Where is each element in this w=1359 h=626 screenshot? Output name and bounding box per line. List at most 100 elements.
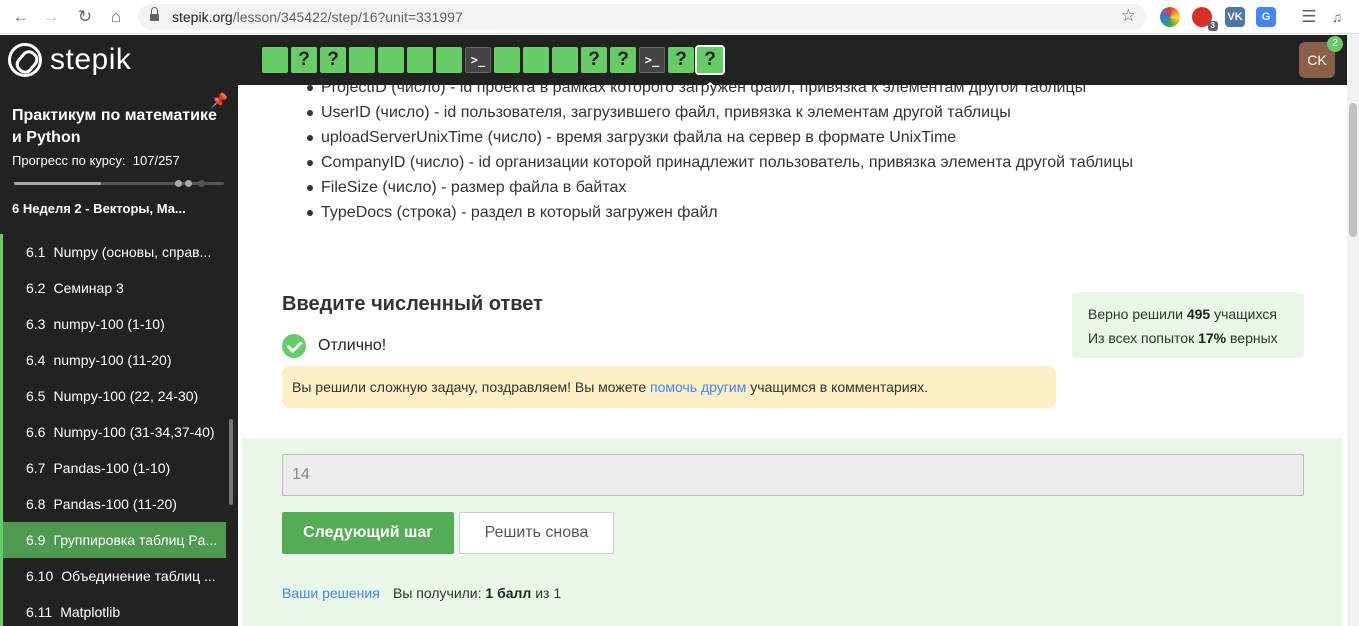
stepik-logo[interactable]: stepik [8, 42, 131, 78]
sidebar-lesson-item[interactable]: 6.11 Matplotlib [0, 594, 226, 626]
text-step-icon[interactable] [262, 47, 288, 73]
text-step-icon[interactable] [436, 47, 462, 73]
lesson-title: Pandas-100 (11-20) [53, 496, 177, 512]
text-step-icon[interactable] [523, 47, 549, 73]
course-progress: Прогресс по курсу: 107/257 [12, 153, 180, 168]
lesson-title: Matplotlib [60, 604, 121, 620]
progress-bar-fill [14, 182, 102, 185]
help-others-link[interactable]: помочь другим [650, 379, 746, 395]
quiz-step-icon[interactable]: ? [668, 47, 694, 73]
stepik-header: stepik ?? >_?? >_?? CK 2 [0, 35, 1347, 88]
extension-badge: 3 [1207, 21, 1218, 31]
description-item: uploadServerUnixTime (число) - время заг… [307, 125, 1133, 150]
sidebar-scrollbar[interactable] [229, 419, 233, 505]
lesson-title: Объединение таблиц ... [61, 568, 216, 584]
sidebar-lesson-item[interactable]: 6.9 Группировка таблиц Pa... [0, 522, 226, 558]
hint-box: Вы решили сложную задачу, поздравляем! В… [282, 366, 1056, 408]
check-icon [282, 334, 306, 358]
lesson-title: Семинар 3 [53, 280, 124, 296]
reload-icon[interactable]: ↻ [74, 6, 96, 28]
sidebar-lesson-item[interactable]: 6.5 Numpy-100 (22, 24-30) [0, 378, 226, 414]
score-text: Вы получили: 1 балл из 1 [393, 585, 562, 601]
step-navigation: ?? >_?? >_?? [262, 45, 725, 75]
sidebar-lesson-item[interactable]: 6.3 numpy-100 (1-10) [0, 306, 226, 342]
home-icon[interactable]: ⌂ [105, 6, 127, 28]
lesson-number: 6.7 [26, 460, 46, 476]
notification-badge: 2 [1327, 36, 1343, 52]
reading-list-icon[interactable]: ☰ [1298, 6, 1320, 28]
your-solutions-link[interactable]: Ваши решения [282, 585, 380, 601]
description-item: TypeDocs (строка) - раздел в который заг… [307, 200, 1133, 225]
answer-heading: Введите численный ответ [282, 293, 543, 315]
course-sidebar: 📌 Практикум по математике и Python Прогр… [0, 85, 238, 626]
quiz-step-icon[interactable]: ? [291, 47, 317, 73]
step-content: ProjectID (число) - id проекта в рамках … [238, 85, 1347, 626]
text-step-icon[interactable] [552, 47, 578, 73]
lesson-title: numpy-100 (11-20) [53, 352, 172, 368]
progress-bar [14, 180, 224, 187]
translate-icon[interactable]: G [1256, 7, 1276, 27]
success-message: Отлично! [318, 337, 387, 354]
lesson-list: 6.1 Numpy (основы, справ... 6.2 Семинар 3 6.… [0, 234, 226, 626]
code-step-icon[interactable]: >_ [465, 47, 491, 73]
avatar[interactable]: CK 2 [1299, 36, 1343, 78]
field-description-list: ProjectID (число) - id проекта в рамках … [307, 85, 1133, 225]
text-step-icon[interactable] [349, 47, 375, 73]
url-text[interactable]: stepik.org/lesson/345422/step/16?unit=33… [172, 9, 463, 25]
answer-input[interactable]: 14 [282, 454, 1304, 496]
sidebar-lesson-item[interactable]: 6.1 Numpy (основы, справ... [0, 234, 226, 270]
lesson-number: 6.6 [26, 424, 46, 440]
progress-label: Прогресс по курсу: [12, 153, 126, 168]
lesson-title: numpy-100 (1-10) [53, 316, 165, 332]
answer-area: 14 Следующий шаг Решить снова Ваши решен… [242, 438, 1342, 626]
solved-stat: Верно решили 495 учащихся [1088, 306, 1277, 322]
lesson-title: Группировка таблиц Pa... [53, 532, 218, 548]
lesson-number: 6.9 [26, 532, 46, 548]
text-step-icon[interactable] [407, 47, 433, 73]
lesson-number: 6.2 [26, 280, 46, 296]
retry-button[interactable]: Решить снова [459, 512, 614, 554]
media-icon[interactable]: ♫ [1326, 6, 1348, 28]
progress-dot [185, 180, 192, 187]
forward-icon[interactable]: → [40, 6, 62, 28]
quiz-step-icon[interactable]: ? [320, 47, 346, 73]
quiz-step-icon[interactable]: ? [610, 47, 636, 73]
sidebar-lesson-item[interactable]: 6.7 Pandas-100 (1-10) [0, 450, 226, 486]
sidebar-lesson-item[interactable]: 6.10 Объединение таблиц ... [0, 558, 226, 594]
next-step-button[interactable]: Следующий шаг [282, 512, 454, 554]
browser-toolbar: ← → ↻ ⌂ stepik.org/lesson/345422/step/16… [0, 0, 1359, 34]
section-title[interactable]: 6 Неделя 2 - Векторы, Ма... [12, 201, 186, 217]
hint-text-end: учащимся в комментариях. [746, 379, 929, 395]
lesson-number: 6.4 [26, 352, 46, 368]
description-item: UserID (число) - id пользователя, загруз… [307, 100, 1133, 125]
sidebar-lesson-item[interactable]: 6.2 Семинар 3 [0, 270, 226, 306]
address-bar[interactable]: stepik.org/lesson/345422/step/16?unit=33… [138, 4, 1146, 30]
lesson-number: 6.8 [26, 496, 46, 512]
opera-extension-icon[interactable]: 3 [1192, 7, 1218, 31]
sidebar-lesson-item[interactable]: 6.8 Pandas-100 (11-20) [0, 486, 226, 522]
color-wheel-icon[interactable] [1160, 7, 1180, 27]
quiz-step-icon[interactable]: ? [581, 47, 607, 73]
lesson-title: Numpy (основы, справ... [53, 244, 212, 260]
description-item: ProjectID (число) - id проекта в рамках … [307, 85, 1133, 100]
progress-value: 107/257 [132, 153, 180, 168]
lesson-number: 6.10 [26, 568, 54, 584]
lock-icon [150, 7, 159, 21]
lesson-title: Pandas-100 (1-10) [53, 460, 171, 476]
text-step-icon[interactable] [378, 47, 404, 73]
course-title[interactable]: Практикум по математике и Python [12, 105, 222, 149]
scrollbar-thumb[interactable] [1349, 103, 1357, 237]
lesson-number: 6.1 [26, 244, 46, 260]
bookmark-star-icon[interactable]: ☆ [1121, 6, 1136, 26]
quiz-step-icon[interactable]: ? [695, 45, 725, 75]
description-item: FileSize (число) - размер файла в байтах [307, 175, 1133, 200]
code-step-icon[interactable]: >_ [639, 47, 665, 73]
vk-icon[interactable]: VK [1225, 7, 1245, 27]
sidebar-lesson-item[interactable]: 6.4 numpy-100 (11-20) [0, 342, 226, 378]
page-scrollbar[interactable] [1347, 35, 1359, 626]
text-step-icon[interactable] [494, 47, 520, 73]
lesson-title: Numpy-100 (22, 24-30) [53, 388, 199, 404]
sidebar-lesson-item[interactable]: 6.6 Numpy-100 (31-34,37-40) [0, 414, 226, 450]
attempts-stat: Из всех попыток 17% верных [1088, 330, 1278, 346]
back-icon[interactable]: ← [10, 6, 32, 28]
